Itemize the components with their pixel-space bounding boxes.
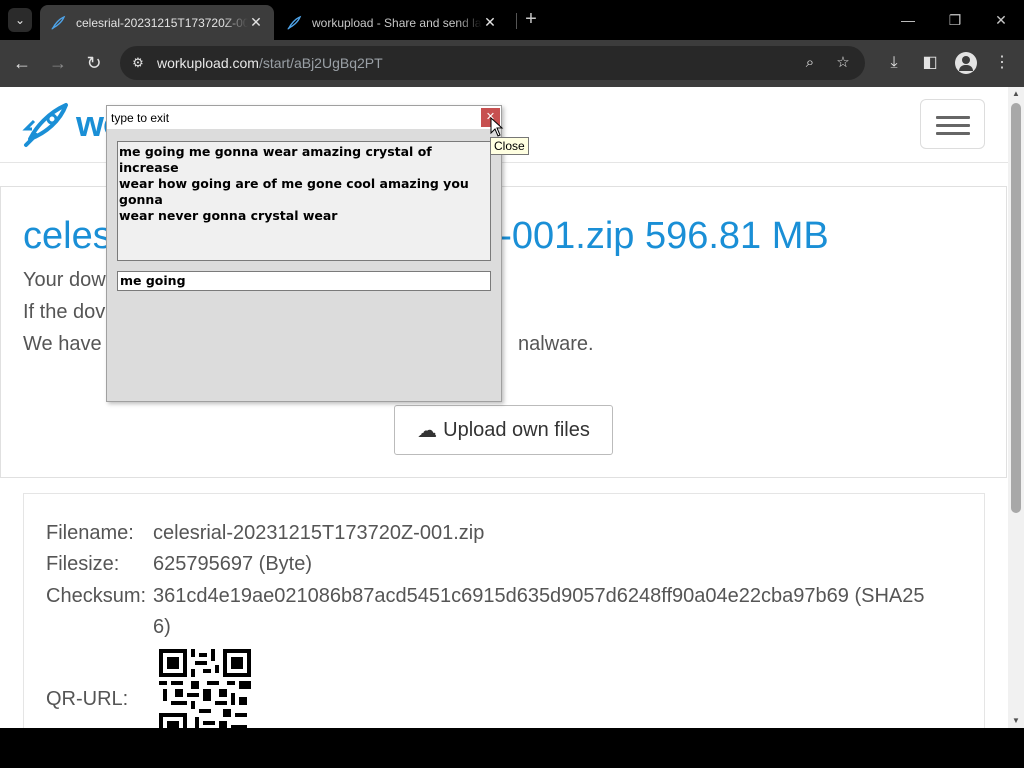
side-panel-icon[interactable]: ◧ bbox=[919, 52, 941, 74]
tab-celesrial-zip[interactable]: celesrial-20231215T173720Z-001.zip ✕ bbox=[40, 5, 274, 40]
minimize-button[interactable]: — bbox=[893, 8, 923, 32]
download-icon[interactable]: ⤓ bbox=[883, 52, 905, 74]
filesize-label: Filesize: bbox=[46, 553, 120, 575]
qr-code-image[interactable] bbox=[159, 649, 251, 728]
qr-url-label: QR-URL: bbox=[46, 688, 129, 710]
filename-label: Filename: bbox=[46, 522, 134, 544]
url-text[interactable]: workupload.com/start/aBj2UgBq2PT bbox=[157, 55, 383, 71]
zoom-icon[interactable]: ⌕ bbox=[800, 53, 820, 73]
upload-own-files-button[interactable]: ☁ Upload own files bbox=[394, 405, 613, 455]
site-info-icon[interactable]: ⚙ bbox=[128, 53, 148, 73]
tab-workupload[interactable]: workupload - Share and send large files … bbox=[276, 5, 508, 40]
mouse-cursor-icon bbox=[490, 117, 504, 137]
tab-search-button[interactable]: ⌄ bbox=[8, 8, 32, 32]
scroll-up-arrow-icon[interactable]: ▲ bbox=[1008, 87, 1024, 101]
checksum-value-line2: 6) bbox=[153, 616, 171, 638]
url-host: workupload.com bbox=[157, 55, 259, 71]
rocket-favicon-icon bbox=[51, 15, 66, 30]
dialog-text-line: wear never gonna crystal wear bbox=[119, 208, 338, 223]
hamburger-menu-button[interactable] bbox=[920, 99, 985, 149]
bookmark-star-icon[interactable]: ☆ bbox=[833, 53, 853, 73]
scrollbar-thumb[interactable] bbox=[1011, 103, 1021, 513]
close-tooltip: Close bbox=[490, 137, 529, 155]
checksum-label: Checksum: bbox=[46, 585, 147, 607]
address-bar[interactable]: ⚙ workupload.com/start/aBj2UgBq2PT ⌕ ☆ bbox=[120, 46, 865, 80]
info-line-malware: nalware. bbox=[518, 333, 594, 355]
info-line-scanned: We have bbox=[23, 333, 102, 355]
browser-toolbar: ← → ↻ ⚙ workupload.com/start/aBj2UgBq2PT… bbox=[0, 40, 1024, 87]
dialog-text-line: wear how going are of me gone cool amazi… bbox=[119, 176, 469, 207]
tab-close-icon[interactable]: ✕ bbox=[482, 14, 498, 31]
reload-icon[interactable]: ↻ bbox=[82, 52, 106, 76]
file-heading-left: celes bbox=[23, 215, 112, 257]
window-close-button[interactable]: ✕ bbox=[986, 8, 1016, 32]
tab-close-icon[interactable]: ✕ bbox=[248, 14, 264, 31]
restore-button[interactable]: ❐ bbox=[940, 8, 970, 32]
hamburger-bar bbox=[936, 124, 970, 127]
hamburger-bar bbox=[936, 116, 970, 119]
info-line-if-download: If the dov bbox=[23, 301, 106, 323]
dialog-title: type to exit bbox=[111, 111, 170, 125]
dialog-titlebar[interactable]: type to exit ✕ bbox=[107, 106, 501, 129]
tab-title: workupload - Share and send large files bbox=[312, 15, 482, 30]
rocket-favicon-icon bbox=[287, 15, 302, 30]
url-path: /start/aBj2UgBq2PT bbox=[258, 55, 383, 71]
checksum-value-line1: 361cd4e19ae021086b87acd5451c6915d635d905… bbox=[153, 585, 925, 607]
cloud-upload-icon: ☁ bbox=[417, 419, 438, 442]
profile-avatar-icon[interactable] bbox=[955, 52, 977, 74]
dialog-text-line: me going me gonna wear amazing crystal o… bbox=[119, 144, 432, 175]
bottom-black-bar bbox=[0, 728, 1024, 768]
filesize-value: 625795697 (Byte) bbox=[153, 553, 313, 575]
filename-value: celesrial-20231215T173720Z-001.zip bbox=[153, 522, 485, 544]
upload-button-label: Upload own files bbox=[443, 418, 590, 441]
browser-menu-icon[interactable]: ⋮ bbox=[991, 52, 1013, 74]
page-scrollbar[interactable]: ▲ ▼ bbox=[1008, 87, 1024, 728]
dialog-text-display[interactable]: me going me gonna wear amazing crystal o… bbox=[117, 141, 491, 261]
browser-tab-bar: ⌄ celesrial-20231215T173720Z-001.zip ✕ w… bbox=[0, 0, 1024, 40]
new-tab-button[interactable]: + bbox=[520, 8, 542, 32]
hamburger-bar bbox=[936, 132, 970, 135]
dialog-typing-input[interactable]: me going bbox=[117, 271, 491, 291]
type-to-exit-dialog: type to exit ✕ me going me gonna wear am… bbox=[106, 105, 502, 402]
scroll-down-arrow-icon[interactable]: ▼ bbox=[1008, 714, 1024, 728]
back-arrow-icon[interactable]: ← bbox=[10, 52, 34, 76]
forward-arrow-icon[interactable]: → bbox=[46, 52, 70, 76]
file-heading-right: Z-001.zip 596.81 MB bbox=[476, 215, 829, 257]
tab-title: celesrial-20231215T173720Z-001.zip bbox=[76, 15, 248, 30]
info-line-download: Your dow bbox=[23, 269, 106, 291]
tab-separator bbox=[516, 13, 517, 29]
rocket-logo-icon bbox=[22, 103, 68, 147]
